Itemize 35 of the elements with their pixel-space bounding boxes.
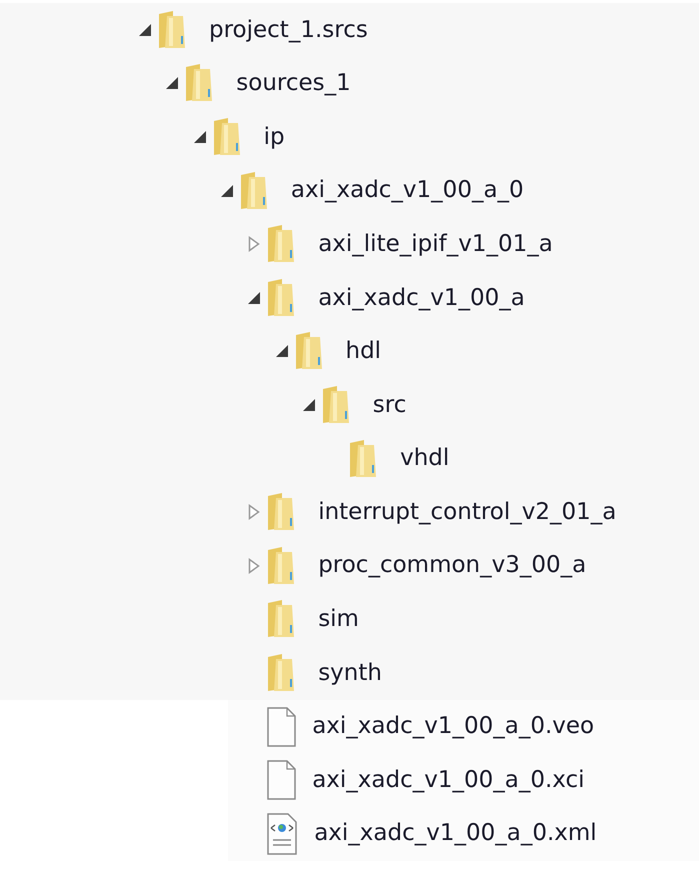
folder-icon <box>294 331 324 372</box>
folder-name[interactable]: hdl <box>346 334 382 369</box>
folder-name[interactable]: src <box>372 388 406 422</box>
folder-name[interactable]: synth <box>318 656 382 690</box>
folder-icon <box>266 652 296 693</box>
folder-icon <box>320 384 351 425</box>
folder-icon <box>266 546 296 586</box>
folder-name[interactable]: project_1.srcs <box>209 12 368 48</box>
expanded-arrow-icon[interactable] <box>138 22 152 37</box>
collapsed-arrow-icon[interactable] <box>248 504 260 520</box>
folder-icon <box>212 116 242 157</box>
folder-icon <box>266 599 296 640</box>
document-icon <box>266 760 296 800</box>
folder-icon <box>266 224 296 264</box>
expanded-arrow-icon[interactable] <box>302 398 316 412</box>
expanded-arrow-icon[interactable] <box>274 344 288 358</box>
document-icon <box>266 706 296 747</box>
folder-icon <box>266 278 296 318</box>
folder-icon <box>184 63 214 104</box>
folder-name[interactable]: sim <box>318 602 359 637</box>
xml-document-icon <box>266 812 298 855</box>
expanded-arrow-icon[interactable] <box>220 184 234 198</box>
folder-name[interactable]: sources_1 <box>236 66 351 101</box>
folder-name[interactable]: axi_xadc_v1_00_a <box>318 280 525 316</box>
collapsed-arrow-icon[interactable] <box>248 558 260 574</box>
expanded-arrow-icon[interactable] <box>192 130 207 144</box>
folder-icon <box>157 10 187 50</box>
expanded-arrow-icon[interactable] <box>165 76 180 90</box>
collapsed-arrow-icon[interactable] <box>248 236 260 252</box>
expanded-arrow-icon[interactable] <box>247 290 262 305</box>
folder-name[interactable]: ip <box>264 120 285 154</box>
folder-icon <box>238 170 269 211</box>
folder-name[interactable]: vhdl <box>400 441 450 476</box>
folder-icon <box>266 492 296 532</box>
folder-icon <box>348 438 378 479</box>
